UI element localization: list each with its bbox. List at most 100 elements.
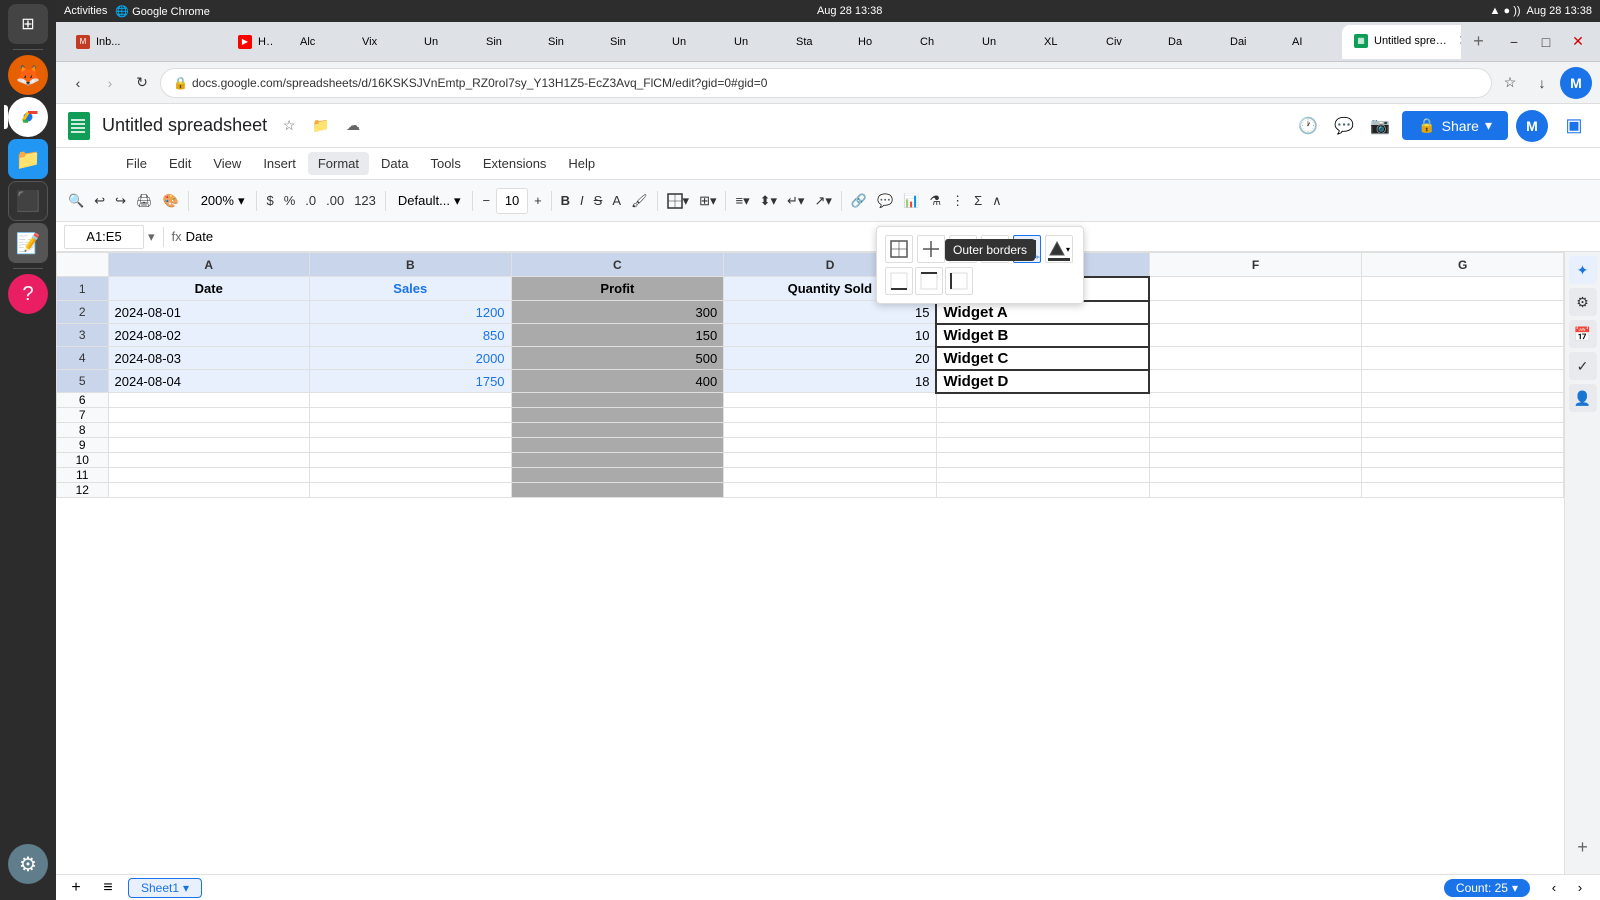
- cell-f2[interactable]: [1149, 301, 1362, 324]
- browser-tab-ho[interactable]: Ho: [846, 25, 906, 59]
- move-icon[interactable]: 📁: [307, 112, 335, 140]
- strikethrough-button[interactable]: S: [590, 187, 607, 215]
- cell-a2[interactable]: 2024-08-01: [108, 301, 310, 324]
- cell-c9[interactable]: [511, 438, 724, 453]
- browser-tab-un2[interactable]: Un: [970, 25, 1030, 59]
- menu-insert[interactable]: Insert: [253, 152, 306, 175]
- cell-g2[interactable]: [1362, 301, 1564, 324]
- row-num-6[interactable]: 6: [57, 393, 109, 408]
- row-num-10[interactable]: 10: [57, 453, 109, 468]
- share-button[interactable]: 🔒 Share ▾: [1402, 111, 1508, 140]
- browser-tab-9[interactable]: Un: [722, 25, 782, 59]
- cell-b10[interactable]: [310, 453, 512, 468]
- explore-icon[interactable]: ✦: [1569, 256, 1597, 284]
- paint-format-button[interactable]: 🎨: [159, 187, 183, 215]
- back-button[interactable]: ‹: [64, 69, 92, 97]
- download-icon[interactable]: ↓: [1528, 69, 1556, 97]
- contacts-icon[interactable]: 👤: [1569, 384, 1597, 412]
- browser-tab-inbox[interactable]: M Inb...: [64, 25, 224, 59]
- cell-c12[interactable]: [511, 483, 724, 498]
- top-border-btn[interactable]: [915, 267, 943, 295]
- cell-d11[interactable]: [724, 468, 937, 483]
- cell-b9[interactable]: [310, 438, 512, 453]
- cell-c1[interactable]: Profit: [511, 277, 724, 301]
- font-size-input[interactable]: 10: [496, 188, 528, 214]
- tab-close-icon[interactable]: ✕: [1458, 32, 1461, 49]
- menu-format[interactable]: Format: [308, 152, 369, 175]
- browser-tab-ai[interactable]: AI: [1280, 25, 1340, 59]
- menu-tools[interactable]: Tools: [420, 152, 470, 175]
- print-button[interactable]: 🖨: [132, 187, 157, 215]
- borders-button[interactable]: ▾: [663, 187, 694, 215]
- maximize-button[interactable]: □: [1532, 28, 1560, 56]
- cell-c5[interactable]: 400: [511, 370, 724, 393]
- cell-a7[interactable]: [108, 408, 310, 423]
- expand-panel-icon[interactable]: +: [1577, 837, 1588, 858]
- cell-f4[interactable]: [1149, 347, 1362, 370]
- cell-b2[interactable]: 1200: [310, 301, 512, 324]
- number-format-button[interactable]: 123: [350, 187, 380, 215]
- forward-button[interactable]: ›: [96, 69, 124, 97]
- cell-g8[interactable]: [1362, 423, 1564, 438]
- expand-formula-icon[interactable]: ▾: [148, 229, 155, 245]
- border-color-btn[interactable]: ▾: [1045, 235, 1073, 263]
- star-icon[interactable]: ☆: [275, 112, 303, 140]
- percent-button[interactable]: %: [280, 187, 300, 215]
- cell-d8[interactable]: [724, 423, 937, 438]
- cell-c3[interactable]: 150: [511, 324, 724, 347]
- bottom-border-btn[interactable]: [885, 267, 913, 295]
- sum-button[interactable]: Σ: [970, 187, 986, 215]
- dock-files-icon[interactable]: 📁: [8, 139, 48, 179]
- cell-a9[interactable]: [108, 438, 310, 453]
- row-num-3[interactable]: 3: [57, 324, 109, 347]
- cell-g7[interactable]: [1362, 408, 1564, 423]
- dock-help-icon[interactable]: ?: [8, 274, 48, 314]
- col-header-b[interactable]: B: [310, 253, 512, 277]
- cell-d7[interactable]: [724, 408, 937, 423]
- cell-g10[interactable]: [1362, 453, 1564, 468]
- cell-d5[interactable]: 18: [724, 370, 937, 393]
- cell-g11[interactable]: [1362, 468, 1564, 483]
- cell-g3[interactable]: [1362, 324, 1564, 347]
- address-input[interactable]: 🔒 docs.google.com/spreadsheets/d/16KSKSJ…: [160, 68, 1492, 98]
- camera-icon[interactable]: 📷: [1366, 112, 1394, 140]
- browser-tab-4[interactable]: Un: [412, 25, 472, 59]
- menu-file[interactable]: File: [116, 152, 157, 175]
- cell-f12[interactable]: [1149, 483, 1362, 498]
- cell-f6[interactable]: [1149, 393, 1362, 408]
- font-size-decrease-button[interactable]: −: [478, 187, 494, 215]
- close-button[interactable]: ✕: [1564, 28, 1592, 56]
- all-sheets-button[interactable]: ≡: [96, 876, 120, 900]
- cell-f10[interactable]: [1149, 453, 1362, 468]
- cell-b7[interactable]: [310, 408, 512, 423]
- row-num-1[interactable]: 1: [57, 277, 109, 301]
- doc-title[interactable]: Untitled spreadsheet: [102, 115, 267, 136]
- user-avatar[interactable]: M: [1516, 110, 1548, 142]
- font-select[interactable]: Default... ▾: [391, 188, 468, 214]
- cell-g9[interactable]: [1362, 438, 1564, 453]
- col-header-g[interactable]: G: [1362, 253, 1564, 277]
- row-num-8[interactable]: 8: [57, 423, 109, 438]
- dock-apps-icon[interactable]: ⊞: [8, 4, 48, 44]
- cell-a6[interactable]: [108, 393, 310, 408]
- cell-e12[interactable]: [936, 483, 1149, 498]
- wrap-button[interactable]: ↵▾: [783, 187, 808, 215]
- browser-tab-dai[interactable]: Dai: [1218, 25, 1278, 59]
- collapse-toolbar-button[interactable]: ∧: [988, 187, 1006, 215]
- menu-edit[interactable]: Edit: [159, 152, 201, 175]
- browser-tab-6[interactable]: Sin: [536, 25, 596, 59]
- browser-tab-da[interactable]: Da: [1156, 25, 1216, 59]
- chrome-profile-avatar[interactable]: M: [1560, 67, 1592, 99]
- row-num-9[interactable]: 9: [57, 438, 109, 453]
- history-icon[interactable]: 🕐: [1294, 112, 1322, 140]
- merge-cells-button[interactable]: ⊞▾: [695, 187, 720, 215]
- cell-c4[interactable]: 500: [511, 347, 724, 370]
- fill-color-button[interactable]: 🖌: [627, 187, 652, 215]
- font-color-button[interactable]: A: [608, 187, 625, 215]
- filter-button[interactable]: ⚗: [925, 187, 945, 215]
- col-header-c[interactable]: C: [511, 253, 724, 277]
- cell-a10[interactable]: [108, 453, 310, 468]
- cell-f9[interactable]: [1149, 438, 1362, 453]
- font-size-increase-button[interactable]: +: [530, 187, 546, 215]
- row-num-7[interactable]: 7: [57, 408, 109, 423]
